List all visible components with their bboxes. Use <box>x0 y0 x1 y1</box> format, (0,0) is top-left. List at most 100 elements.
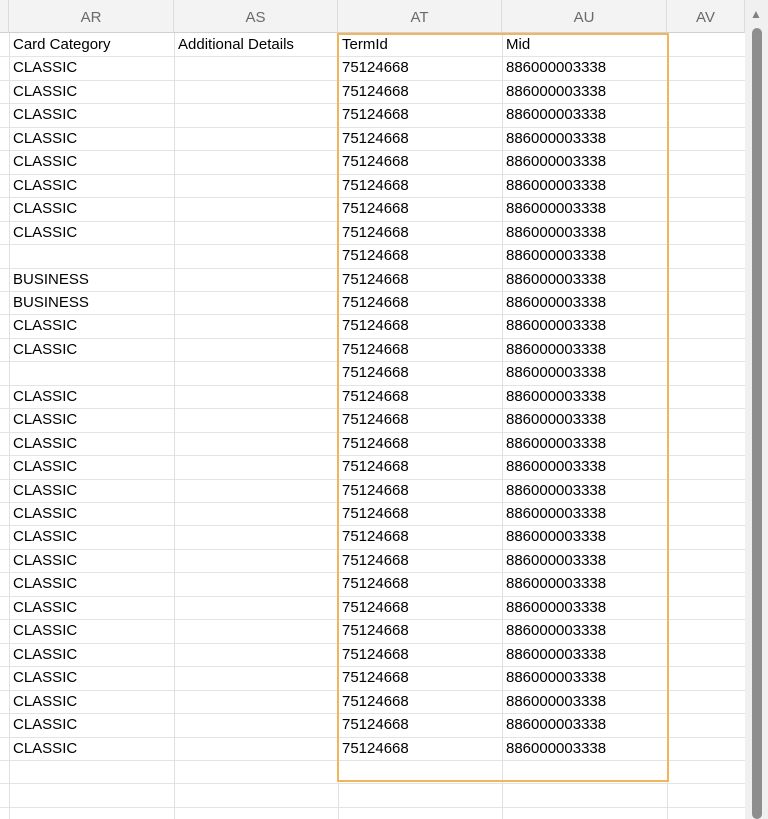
cell-card-category[interactable]: CLASSIC <box>13 127 170 151</box>
cell-card-category[interactable]: CLASSIC <box>13 549 170 573</box>
cell-additional-details[interactable] <box>178 80 334 104</box>
cell-termid[interactable]: 75124668 <box>342 713 498 737</box>
cell-card-category[interactable]: CLASSIC <box>13 432 170 456</box>
header-cell-additional-details[interactable]: Additional Details <box>178 33 334 57</box>
cell-card-category[interactable]: CLASSIC <box>13 572 170 596</box>
cell-additional-details[interactable] <box>178 643 334 667</box>
cell-mid[interactable]: 886000003338 <box>506 432 663 456</box>
cell-termid[interactable]: 75124668 <box>342 291 498 315</box>
cell-termid[interactable]: 75124668 <box>342 56 498 80</box>
cell-card-category[interactable]: CLASSIC <box>13 479 170 503</box>
cell-termid[interactable]: 75124668 <box>342 525 498 549</box>
cell-mid[interactable]: 886000003338 <box>506 549 663 573</box>
cell-additional-details[interactable] <box>178 690 334 714</box>
cell-termid[interactable]: 75124668 <box>342 361 498 385</box>
cell-mid[interactable]: 886000003338 <box>506 56 663 80</box>
cell-termid[interactable]: 75124668 <box>342 221 498 245</box>
header-cell-mid[interactable]: Mid <box>506 33 663 57</box>
column-header-av[interactable]: AV <box>667 0 745 33</box>
cell-additional-details[interactable] <box>178 291 334 315</box>
cell-card-category[interactable]: CLASSIC <box>13 525 170 549</box>
cell-card-category[interactable]: CLASSIC <box>13 596 170 620</box>
cell-card-category[interactable]: CLASSIC <box>13 221 170 245</box>
cell-mid[interactable]: 886000003338 <box>506 244 663 268</box>
cell-mid[interactable]: 886000003338 <box>506 479 663 503</box>
cell-mid[interactable]: 886000003338 <box>506 643 663 667</box>
cell-termid[interactable]: 75124668 <box>342 150 498 174</box>
cell-termid[interactable]: 75124668 <box>342 666 498 690</box>
cell-card-category[interactable]: CLASSIC <box>13 690 170 714</box>
cell-additional-details[interactable] <box>178 221 334 245</box>
cell-termid[interactable]: 75124668 <box>342 127 498 151</box>
cell-termid[interactable]: 75124668 <box>342 549 498 573</box>
cell-additional-details[interactable] <box>178 314 334 338</box>
cell-card-category[interactable]: CLASSIC <box>13 408 170 432</box>
cell-additional-details[interactable] <box>178 432 334 456</box>
cell-termid[interactable]: 75124668 <box>342 737 498 761</box>
cell-termid[interactable]: 75124668 <box>342 244 498 268</box>
cell-mid[interactable]: 886000003338 <box>506 525 663 549</box>
cell-card-category[interactable]: CLASSIC <box>13 737 170 761</box>
cell-mid[interactable]: 886000003338 <box>506 666 663 690</box>
header-cell-card-category[interactable]: Card Category <box>13 33 170 57</box>
cell-termid[interactable]: 75124668 <box>342 197 498 221</box>
cell-mid[interactable]: 886000003338 <box>506 455 663 479</box>
cell-termid[interactable]: 75124668 <box>342 338 498 362</box>
cell-mid[interactable]: 886000003338 <box>506 268 663 292</box>
cell-termid[interactable]: 75124668 <box>342 103 498 127</box>
cell-termid[interactable]: 75124668 <box>342 690 498 714</box>
cell-mid[interactable]: 886000003338 <box>506 338 663 362</box>
cell-mid[interactable]: 886000003338 <box>506 197 663 221</box>
vertical-scrollbar[interactable]: ▲ <box>745 0 768 819</box>
cell-card-category[interactable]: CLASSIC <box>13 150 170 174</box>
cell-additional-details[interactable] <box>178 737 334 761</box>
header-cell-termid[interactable]: TermId <box>342 33 498 57</box>
cell-termid[interactable]: 75124668 <box>342 596 498 620</box>
cell-mid[interactable]: 886000003338 <box>506 361 663 385</box>
cell-additional-details[interactable] <box>178 549 334 573</box>
scroll-up-icon[interactable]: ▲ <box>750 8 762 20</box>
cell-card-category[interactable]: CLASSIC <box>13 197 170 221</box>
column-header-at[interactable]: AT <box>338 0 502 33</box>
cell-card-category[interactable]: BUSINESS <box>13 268 170 292</box>
cell-additional-details[interactable] <box>178 525 334 549</box>
cell-mid[interactable]: 886000003338 <box>506 127 663 151</box>
cell-mid[interactable]: 886000003338 <box>506 385 663 409</box>
cell-additional-details[interactable] <box>178 268 334 292</box>
cell-mid[interactable]: 886000003338 <box>506 103 663 127</box>
cell-additional-details[interactable] <box>178 56 334 80</box>
cell-mid[interactable]: 886000003338 <box>506 690 663 714</box>
cell-additional-details[interactable] <box>178 572 334 596</box>
cell-termid[interactable]: 75124668 <box>342 408 498 432</box>
cell-additional-details[interactable] <box>178 385 334 409</box>
cell-card-category[interactable]: BUSINESS <box>13 291 170 315</box>
cell-additional-details[interactable] <box>178 244 334 268</box>
cell-termid[interactable]: 75124668 <box>342 502 498 526</box>
cell-additional-details[interactable] <box>178 174 334 198</box>
cell-additional-details[interactable] <box>178 150 334 174</box>
cell-card-category[interactable]: CLASSIC <box>13 314 170 338</box>
cell-card-category[interactable]: CLASSIC <box>13 502 170 526</box>
cell-additional-details[interactable] <box>178 127 334 151</box>
cell-termid[interactable]: 75124668 <box>342 455 498 479</box>
column-header-ar[interactable]: AR <box>9 0 174 33</box>
cell-additional-details[interactable] <box>178 479 334 503</box>
cell-mid[interactable]: 886000003338 <box>506 150 663 174</box>
cell-mid[interactable]: 886000003338 <box>506 314 663 338</box>
cell-additional-details[interactable] <box>178 455 334 479</box>
scrollbar-thumb[interactable] <box>752 28 762 819</box>
column-header-au[interactable]: AU <box>502 0 667 33</box>
cell-card-category[interactable]: CLASSIC <box>13 103 170 127</box>
cell-additional-details[interactable] <box>178 361 334 385</box>
cell-additional-details[interactable] <box>178 103 334 127</box>
cell-additional-details[interactable] <box>178 338 334 362</box>
cell-card-category[interactable]: CLASSIC <box>13 338 170 362</box>
cell-termid[interactable]: 75124668 <box>342 432 498 456</box>
column-header-as[interactable]: AS <box>174 0 338 33</box>
cell-termid[interactable]: 75124668 <box>342 619 498 643</box>
cell-termid[interactable]: 75124668 <box>342 385 498 409</box>
cell-mid[interactable]: 886000003338 <box>506 596 663 620</box>
cell-mid[interactable]: 886000003338 <box>506 737 663 761</box>
cell-card-category[interactable] <box>13 361 170 385</box>
cell-additional-details[interactable] <box>178 502 334 526</box>
